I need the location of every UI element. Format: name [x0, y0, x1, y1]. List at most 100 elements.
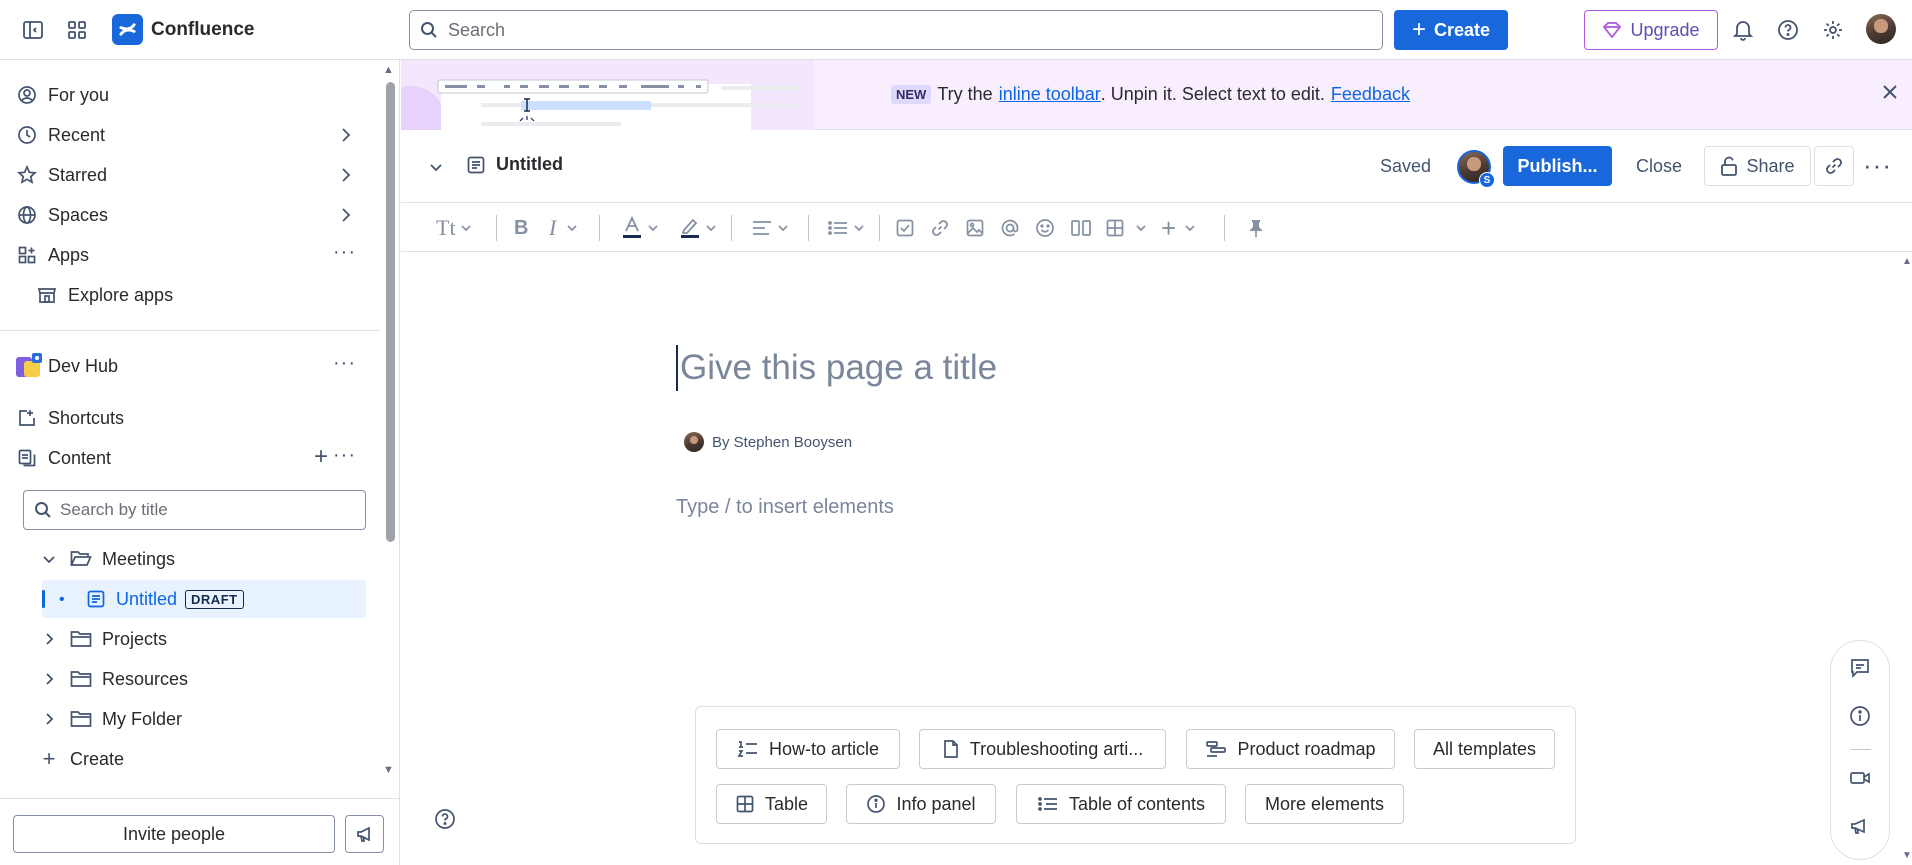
sidebar-divider: [0, 330, 380, 331]
editor-scroll-up-arrow-icon[interactable]: ▲: [1902, 256, 1912, 267]
chevron-down-icon: [1183, 221, 1197, 235]
space-header-dev-hub[interactable]: Dev Hub ···: [14, 347, 364, 385]
info-icon: [866, 794, 886, 814]
tree-item-resources[interactable]: Resources: [38, 660, 366, 698]
tree-create-button[interactable]: + Create: [38, 740, 366, 778]
text-style-dropdown[interactable]: Tt: [436, 215, 473, 241]
byline-text: By Stephen Booysen: [712, 433, 853, 451]
tree-item-projects[interactable]: Projects: [38, 620, 366, 658]
page-icon: [86, 589, 106, 609]
more-actions-icon[interactable]: ···: [333, 445, 356, 465]
emoji-icon[interactable]: [1035, 215, 1055, 241]
publish-button[interactable]: Publish...: [1503, 146, 1612, 186]
more-actions-icon[interactable]: ···: [333, 242, 356, 262]
layout-columns-icon[interactable]: [1070, 215, 1092, 241]
mention-icon[interactable]: [1000, 215, 1020, 241]
share-button[interactable]: Share: [1704, 146, 1811, 186]
sidebar-scroll-thumb[interactable]: [386, 82, 395, 542]
editor-help-icon[interactable]: [434, 808, 456, 830]
all-templates-button[interactable]: All templates: [1414, 729, 1555, 769]
upgrade-button[interactable]: Upgrade: [1584, 10, 1718, 50]
template-label: How-to article: [768, 738, 880, 759]
more-options-icon[interactable]: ···: [1863, 150, 1892, 181]
comments-icon[interactable]: [1849, 657, 1871, 679]
bold-icon[interactable]: B: [514, 215, 528, 241]
video-record-icon[interactable]: [1849, 767, 1871, 789]
inline-toolbar-link[interactable]: inline toolbar: [999, 84, 1101, 105]
sidebar-scrollbar[interactable]: ▲ ▼: [383, 64, 397, 780]
help-icon[interactable]: [1773, 15, 1803, 45]
element-table-of-contents[interactable]: Table of contents: [1016, 784, 1226, 824]
notifications-bell-icon[interactable]: [1728, 15, 1758, 45]
text-color-dropdown[interactable]: [621, 215, 660, 241]
alignment-dropdown[interactable]: [751, 215, 790, 241]
scroll-down-arrow-icon[interactable]: ▼: [383, 764, 394, 776]
text-color-icon: [621, 216, 643, 240]
highlight-dropdown[interactable]: [679, 215, 718, 241]
search-by-title-input[interactable]: [60, 500, 350, 520]
create-button[interactable]: + Create: [1394, 10, 1508, 50]
sidebar-item-starred[interactable]: Starred: [14, 156, 364, 194]
page-title-input[interactable]: Give this page a title: [676, 345, 997, 391]
app-switcher-icon[interactable]: [62, 15, 92, 45]
pin-toolbar-icon[interactable]: [1247, 215, 1265, 241]
insert-more-dropdown[interactable]: +: [1161, 215, 1197, 241]
tree-item-meetings[interactable]: Meetings: [38, 540, 366, 578]
confluence-logo[interactable]: Confluence: [112, 14, 254, 45]
close-editor-button[interactable]: Close: [1625, 146, 1693, 186]
content-search[interactable]: [23, 490, 366, 530]
sidebar-item-recent[interactable]: Recent: [14, 116, 364, 154]
tree-item-untitled[interactable]: • Untitled DRAFT: [42, 580, 366, 618]
page-details-info-icon[interactable]: [1849, 705, 1871, 727]
chevron-down-icon[interactable]: [38, 551, 60, 567]
user-avatar[interactable]: [1866, 14, 1896, 44]
chevron-right-icon[interactable]: [38, 631, 60, 647]
collapse-chevron-icon[interactable]: [427, 158, 445, 176]
table-dropdown[interactable]: [1105, 215, 1148, 241]
chevron-right-icon[interactable]: [336, 205, 356, 225]
list-dropdown[interactable]: [827, 215, 866, 241]
template-troubleshooting-article[interactable]: Troubleshooting arti...: [919, 729, 1166, 769]
chevron-right-icon[interactable]: [38, 711, 60, 727]
sidebar-item-for-you[interactable]: For you: [14, 76, 364, 114]
page-breadcrumb-title[interactable]: Untitled: [466, 154, 563, 175]
template-product-roadmap[interactable]: Product roadmap: [1186, 729, 1395, 769]
element-info-panel[interactable]: Info panel: [846, 784, 996, 824]
settings-gear-icon[interactable]: [1818, 15, 1848, 45]
scroll-up-arrow-icon[interactable]: ▲: [383, 64, 394, 76]
global-search[interactable]: [409, 10, 1383, 50]
task-checkbox-icon[interactable]: [895, 215, 915, 241]
sidebar-item-content[interactable]: Content + ···: [14, 439, 364, 477]
element-table[interactable]: Table: [716, 784, 827, 824]
sidebar-item-shortcuts[interactable]: Shortcuts: [14, 399, 364, 437]
feedback-link[interactable]: Feedback: [1331, 84, 1410, 105]
template-how-to-article[interactable]: How-to article: [716, 729, 900, 769]
chevron-right-icon[interactable]: [38, 671, 60, 687]
more-elements-button[interactable]: More elements: [1245, 784, 1404, 824]
sidebar-toggle-icon[interactable]: [18, 15, 48, 45]
add-content-plus-icon[interactable]: +: [314, 443, 328, 471]
image-icon[interactable]: [965, 215, 985, 241]
announcement-megaphone-icon[interactable]: [1849, 815, 1871, 837]
italic-dropdown[interactable]: I: [549, 215, 579, 241]
inline-toolbar-banner: NEW Try the inline toolbar. Unpin it. Se…: [401, 60, 1912, 130]
sidebar-item-spaces[interactable]: Spaces: [14, 196, 364, 234]
copy-link-button[interactable]: [1814, 146, 1854, 186]
toolbar-separator: [1224, 215, 1225, 241]
editor-body-input[interactable]: Type / to insert elements: [676, 496, 894, 519]
chevron-right-icon[interactable]: [336, 165, 356, 185]
feedback-megaphone-button[interactable]: [345, 815, 384, 853]
more-actions-icon[interactable]: ···: [333, 353, 356, 373]
tree-item-my-folder[interactable]: My Folder: [38, 700, 366, 738]
editor-scroll-down-arrow-icon[interactable]: ▼: [1902, 850, 1912, 861]
toolbar-separator: [808, 215, 809, 241]
invite-people-button[interactable]: Invite people: [13, 815, 335, 853]
close-banner-icon[interactable]: [1880, 82, 1900, 102]
sidebar-item-apps[interactable]: Apps ···: [14, 236, 364, 274]
sidebar-item-explore-apps[interactable]: Explore apps: [34, 276, 384, 314]
numbered-list-icon: [737, 739, 759, 759]
search-input[interactable]: [448, 19, 1348, 41]
toolbar-separator: [496, 215, 497, 241]
link-icon[interactable]: [930, 215, 950, 241]
chevron-right-icon[interactable]: [336, 125, 356, 145]
